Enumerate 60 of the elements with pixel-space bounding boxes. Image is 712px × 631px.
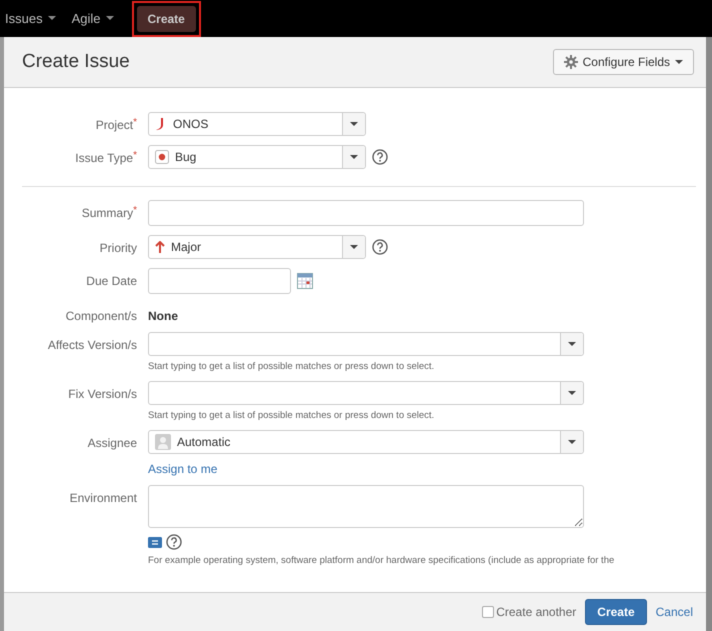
select-field[interactable]: [148, 381, 584, 405]
caret-icon: [568, 342, 576, 346]
nav-menu[interactable]: Agile: [72, 11, 114, 26]
field-hint: Start typing to get a list of possible matches or press down to select.: [148, 410, 436, 421]
field-label: Summary: [82, 206, 134, 220]
field-hint: For example operating system, software platform and/or hardware specifications (include as appropriate for the: [148, 555, 614, 566]
dropdown-button[interactable]: [342, 236, 365, 258]
required-mark: *: [133, 205, 137, 216]
select-field[interactable]: [148, 332, 584, 356]
select-field[interactable]: Major: [148, 235, 366, 259]
dropdown-button[interactable]: [342, 146, 365, 168]
select-field[interactable]: ONOS: [148, 112, 366, 136]
select-value: ONOS: [173, 117, 208, 131]
caret-icon: [48, 16, 56, 21]
field-label: Environment: [70, 491, 137, 505]
nav-menu[interactable]: Issues: [5, 11, 56, 26]
dropdown-button[interactable]: [560, 382, 583, 404]
caret-icon: [350, 244, 358, 250]
checkbox[interactable]: [482, 606, 494, 618]
select-value: Automatic: [177, 435, 230, 449]
caret-icon: [106, 16, 114, 21]
text-field[interactable]: [148, 200, 584, 226]
cancel-link[interactable]: Cancel: [656, 605, 693, 619]
select-value: Bug: [175, 150, 196, 164]
field-value: None: [148, 308, 178, 323]
field-label: Priority: [100, 241, 137, 255]
field-label: Project: [96, 118, 134, 132]
field-label: Assignee: [88, 436, 137, 450]
create-submit-button[interactable]: Create: [585, 599, 647, 625]
field-label: Component/s: [66, 309, 137, 323]
caret-icon: [568, 390, 576, 396]
bug-icon: [155, 150, 169, 164]
caret-icon: [675, 60, 683, 64]
field-label: Due Date: [86, 274, 137, 288]
configure-fields-button[interactable]: Configure Fields: [552, 49, 694, 75]
gear-icon: [564, 55, 578, 69]
field-label: Fix Version/s: [68, 387, 137, 401]
avatar-icon: [155, 434, 171, 450]
caret-icon: [350, 122, 358, 126]
field-hint: Start typing to get a list of possible matches or press down to select.: [148, 361, 436, 372]
checkbox-label[interactable]: Create another: [496, 605, 576, 619]
dropdown-button[interactable]: [560, 431, 583, 453]
dropdown-button[interactable]: [560, 333, 583, 355]
help-icon: [166, 534, 182, 550]
dialog-title: Create Issue: [22, 51, 130, 73]
calendar-icon: [297, 273, 313, 289]
select-field[interactable]: Bug: [148, 145, 366, 169]
assign-to-me-link[interactable]: Assign to me: [148, 462, 584, 476]
create-button[interactable]: Create: [136, 6, 196, 32]
select-field[interactable]: Automatic: [148, 430, 584, 454]
caret-icon: [350, 154, 358, 160]
dropdown-button[interactable]: [342, 113, 365, 135]
up-arrow-icon: [155, 241, 165, 253]
field-label: Issue Type: [75, 151, 134, 165]
date-field[interactable]: [148, 268, 291, 294]
required-mark: *: [133, 117, 137, 128]
select-value: Major: [171, 240, 202, 254]
required-mark: *: [133, 150, 137, 161]
caret-icon: [568, 440, 576, 444]
field-label: Affects Version/s: [48, 338, 137, 352]
